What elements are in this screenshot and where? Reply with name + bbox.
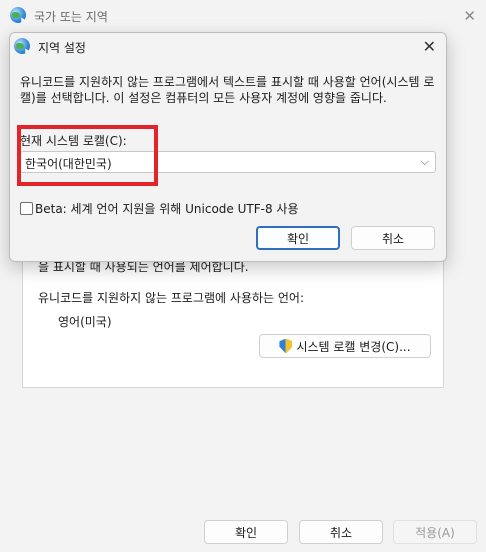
- locale-highlight-box: [17, 125, 158, 186]
- non-unicode-language-label: 유니코드를 지원하지 않는 프로그램에 사용하는 언어:: [38, 291, 304, 305]
- close-icon[interactable]: ✕: [423, 37, 436, 56]
- window-cancel-button[interactable]: 취소: [299, 520, 383, 544]
- globe-icon: [14, 38, 30, 54]
- uac-shield-icon: [279, 338, 293, 354]
- change-system-locale-button[interactable]: 시스템 로캘 변경(C)...: [259, 334, 431, 358]
- utf8-beta-label[interactable]: Beta: 세계 언어 지원을 위해 Unicode UTF-8 사용: [35, 200, 299, 217]
- region-window-titlebar: 국가 또는 지역 ✕: [0, 0, 486, 30]
- dialog-titlebar: 지역 설정 ✕: [10, 33, 446, 63]
- dialog-title: 지역 설정: [38, 41, 86, 55]
- change-system-locale-label: 시스템 로캘 변경(C)...: [296, 339, 411, 354]
- region-settings-dialog: 지역 설정 ✕ 유니코드를 지원하지 않는 프로그램에서 텍스트를 표시할 때 …: [9, 32, 447, 262]
- dialog-description: 유니코드를 지원하지 않는 프로그램에서 텍스트를 표시할 때 사용할 언어(시…: [20, 75, 435, 105]
- dialog-ok-button[interactable]: 확인: [256, 226, 340, 250]
- window-apply-button[interactable]: 적용(A): [393, 520, 477, 544]
- current-non-unicode-language: 영어(미국): [58, 315, 112, 329]
- window-ok-button[interactable]: 확인: [204, 520, 288, 544]
- close-icon[interactable]: ✕: [463, 7, 476, 25]
- chevron-down-icon: ⌵: [420, 155, 429, 168]
- dialog-cancel-button[interactable]: 취소: [351, 226, 435, 250]
- utf8-beta-checkbox[interactable]: [20, 202, 33, 215]
- region-window-title: 국가 또는 지역: [34, 10, 108, 24]
- globe-icon: [10, 7, 26, 23]
